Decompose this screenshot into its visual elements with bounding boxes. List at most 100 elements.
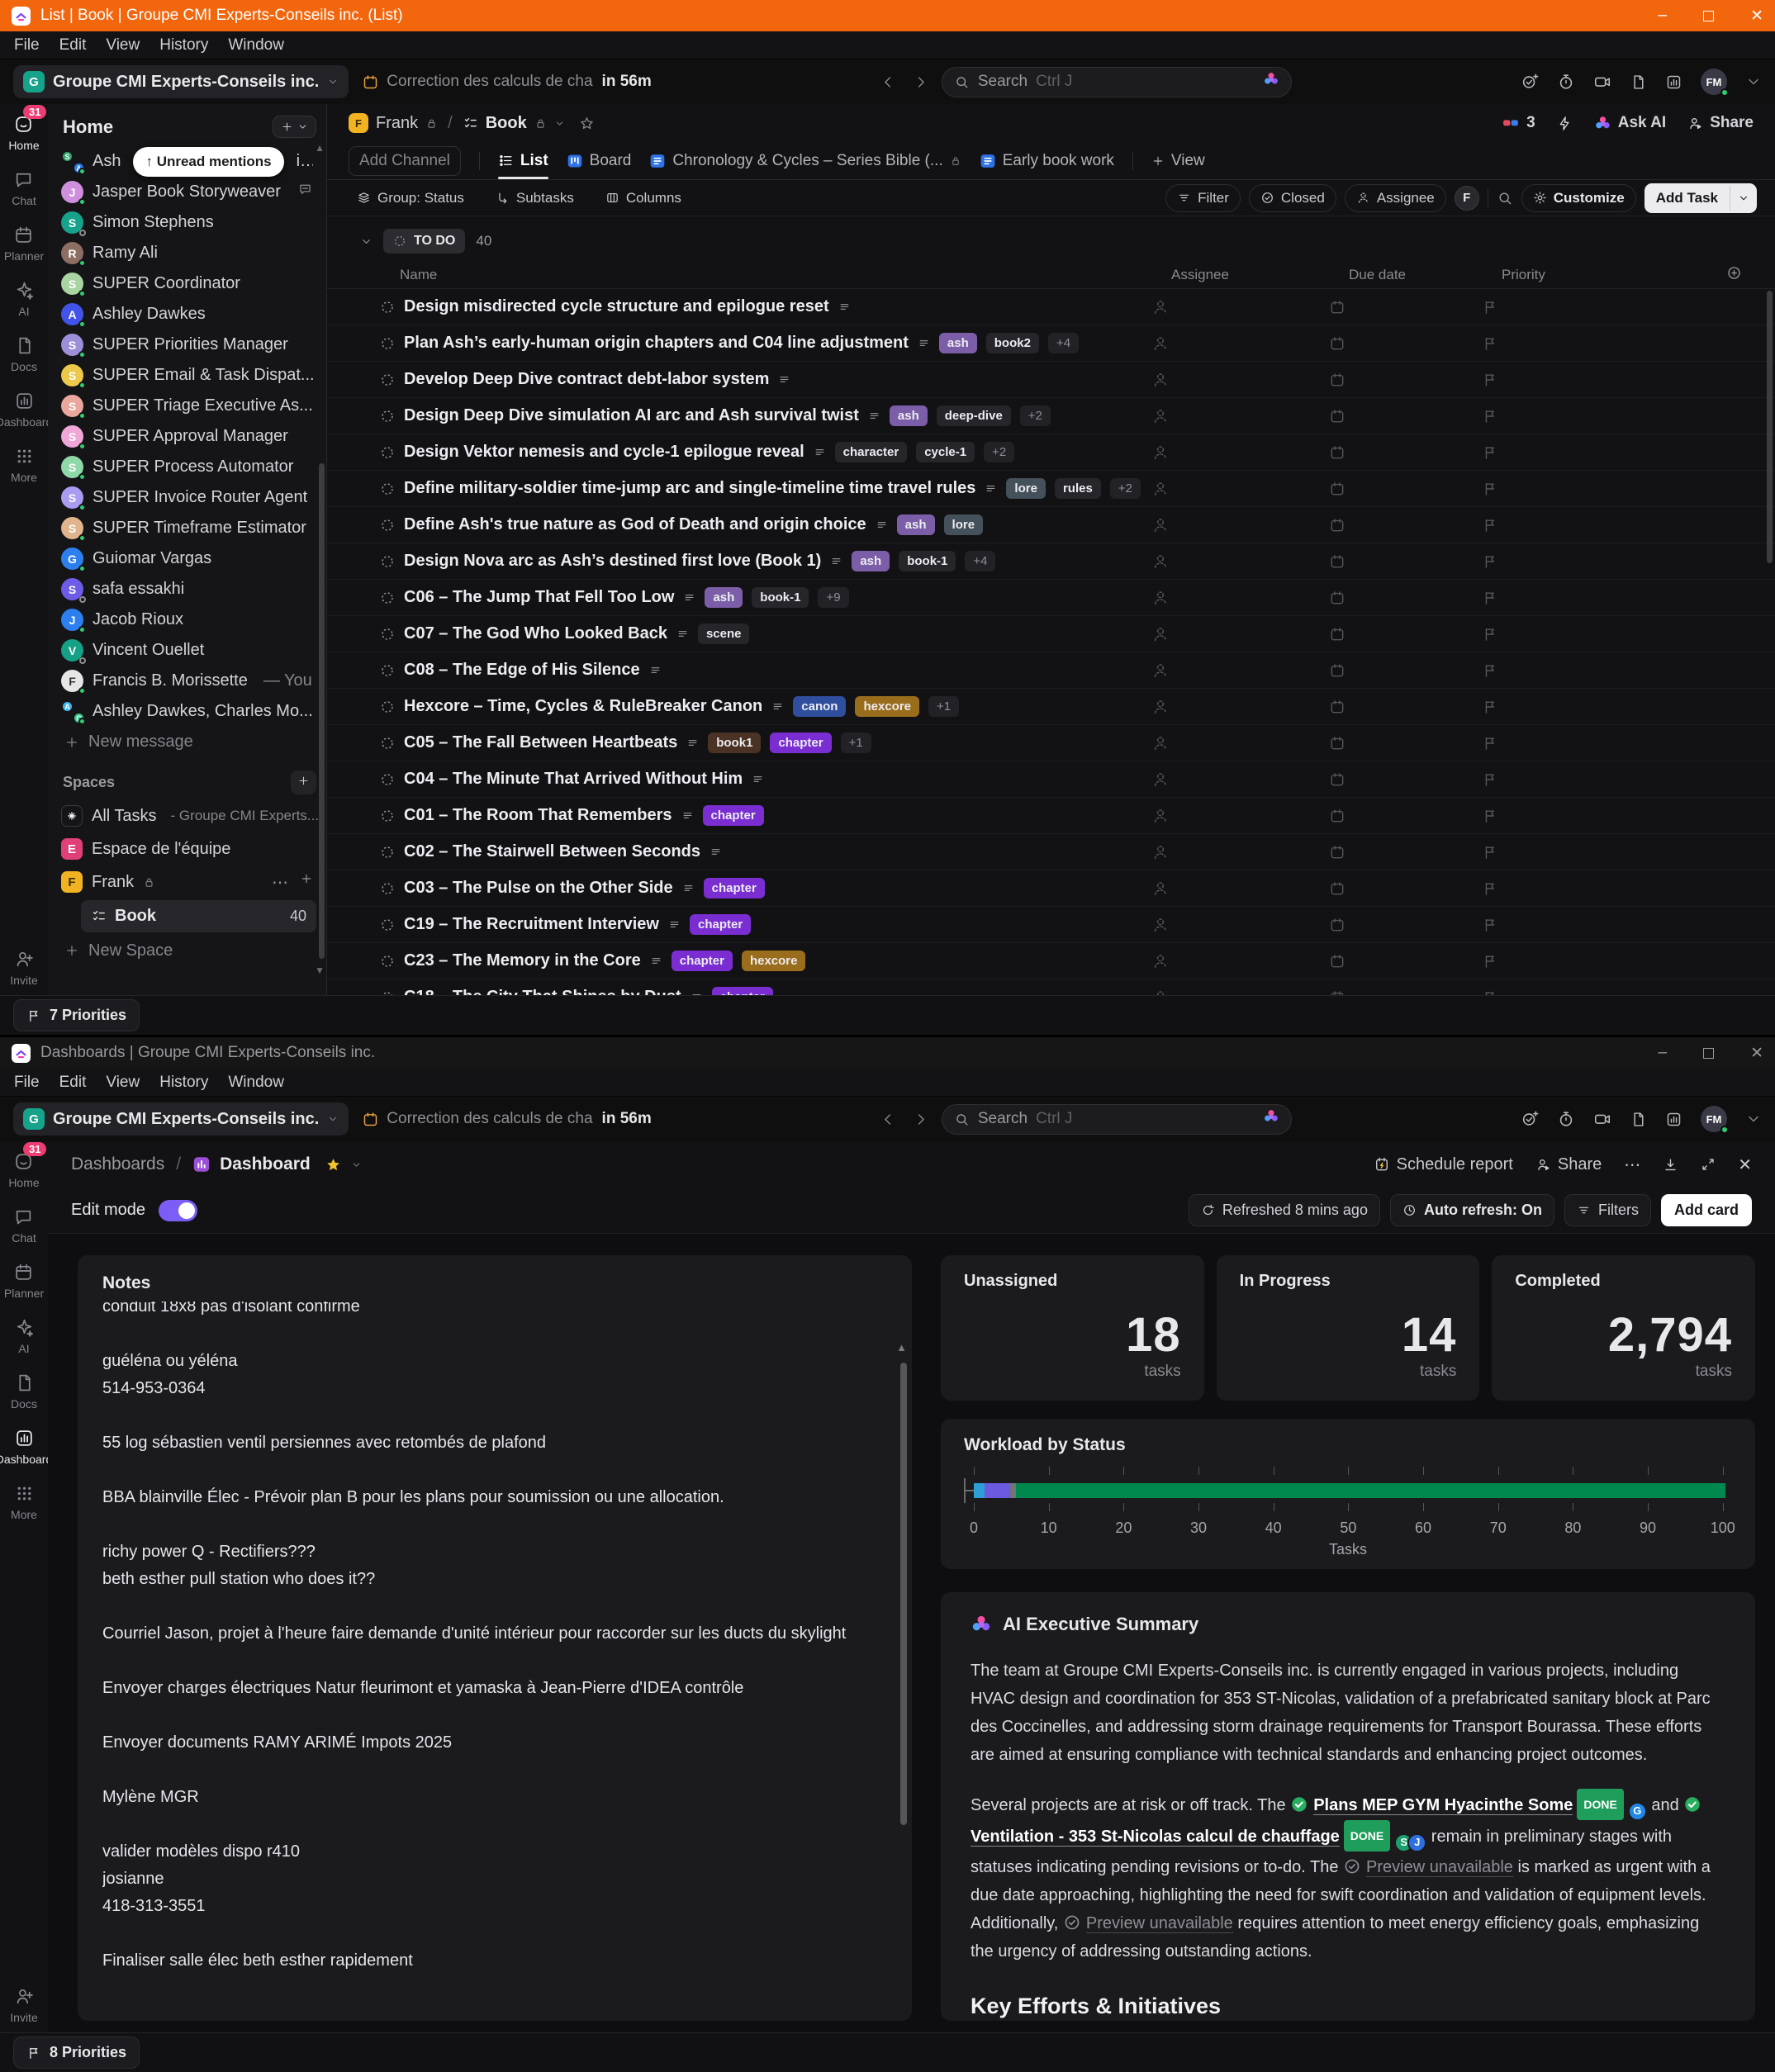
record-clip-icon[interactable]: [1593, 73, 1611, 91]
rail-item-chat[interactable]: Chat: [12, 169, 36, 207]
due-date-cell[interactable]: [1329, 808, 1482, 824]
preview-unavailable-link[interactable]: Preview unavailable: [1366, 1858, 1513, 1877]
space-more-button[interactable]: ⋯: [272, 872, 288, 893]
minimize-button[interactable]: –: [1659, 7, 1668, 25]
due-date-cell[interactable]: [1329, 662, 1482, 679]
sidebar-person[interactable]: SSimon Stephens: [48, 207, 326, 238]
priority-cell[interactable]: [1482, 917, 1663, 933]
rail-item-invite[interactable]: Invite: [10, 949, 37, 987]
add-column-icon[interactable]: [1726, 265, 1742, 281]
priority-cell[interactable]: [1482, 771, 1663, 788]
tag-scene[interactable]: scene: [698, 623, 750, 644]
list-scrollbar[interactable]: [1767, 291, 1773, 563]
minimize-button[interactable]: –: [1659, 1044, 1668, 1062]
menu-file[interactable]: File: [5, 34, 49, 57]
assignee-cell[interactable]: [1151, 880, 1329, 898]
tag-ash[interactable]: ash: [890, 405, 928, 426]
tag-character[interactable]: character: [835, 442, 908, 462]
priority-cell[interactable]: [1482, 299, 1663, 315]
note-line[interactable]: Courriel Jason, projet à l'heure faire d…: [102, 1620, 887, 1648]
priority-cell[interactable]: [1482, 372, 1663, 388]
assignee-cell[interactable]: [1151, 770, 1329, 789]
bar-segment-blue[interactable]: [974, 1483, 985, 1498]
notes-scrollbar[interactable]: [900, 1363, 907, 1825]
tag-chapter[interactable]: chapter: [712, 987, 773, 995]
due-date-cell[interactable]: [1329, 481, 1482, 497]
sidebar-add-button[interactable]: [273, 116, 316, 138]
task-row[interactable]: C19 – The Recruitment Interviewchapter: [327, 907, 1775, 943]
stat-card-unassigned[interactable]: Unassigned 18 tasks: [941, 1255, 1204, 1401]
assignee-cell[interactable]: [1151, 552, 1329, 571]
assignee-cell[interactable]: [1151, 807, 1329, 825]
breadcrumb-current[interactable]: Dashboard: [220, 1155, 311, 1174]
tag-more[interactable]: +4: [1048, 333, 1079, 353]
rail-item-chat[interactable]: Chat: [12, 1207, 36, 1245]
close-button[interactable]: ✕: [1750, 1044, 1763, 1063]
add-view-button[interactable]: View: [1151, 142, 1205, 179]
tag-chapter[interactable]: chapter: [672, 951, 733, 971]
due-date-cell[interactable]: [1329, 917, 1482, 933]
task-link[interactable]: Plans MEP GYM Hyacinthe Some: [1313, 1796, 1573, 1815]
tag-lore[interactable]: lore: [1006, 478, 1046, 499]
stat-card-in-progress[interactable]: In Progress 14 tasks: [1217, 1255, 1480, 1401]
add-list-button[interactable]: [300, 872, 313, 885]
rail-item-docs[interactable]: Docs: [11, 335, 37, 373]
tag-more[interactable]: +1: [928, 696, 959, 717]
due-date-cell[interactable]: [1329, 880, 1482, 897]
sidebar-person[interactable]: SSUPER Email & Task Dispat...: [48, 360, 326, 391]
unread-mentions-tooltip[interactable]: ↑ Unread mentions: [133, 147, 283, 177]
sidebar-item-all-tasks[interactable]: All Tasks- Groupe CMI Experts...: [48, 799, 326, 832]
sidebar-person[interactable]: SSUPER Timeframe Estimator: [48, 513, 326, 543]
menu-edit[interactable]: Edit: [50, 34, 96, 57]
tag-more[interactable]: +1: [841, 733, 871, 753]
tab-list[interactable]: List: [498, 142, 548, 179]
task-row[interactable]: Develop Deep Dive contract debt-labor sy…: [327, 362, 1775, 398]
tag-more[interactable]: +2: [1110, 478, 1141, 499]
user-avatar[interactable]: FM: [1701, 69, 1727, 95]
priorities-button[interactable]: 7 Priorities: [13, 999, 140, 1031]
tag-ash[interactable]: ash: [939, 333, 977, 353]
task-row[interactable]: Hexcore – Time, Cycles & RuleBreaker Can…: [327, 689, 1775, 725]
note-line[interactable]: BBA blainville Élec - Prévoir plan B pou…: [102, 1484, 887, 1511]
assignee-cell[interactable]: [1151, 589, 1329, 607]
tag-chapter[interactable]: chapter: [703, 805, 764, 826]
task-row[interactable]: Define Ash's true nature as God of Death…: [327, 507, 1775, 543]
tag-ash[interactable]: ash: [705, 587, 743, 608]
tab-board[interactable]: Board: [567, 142, 632, 179]
tag-chapter[interactable]: chapter: [690, 914, 751, 935]
due-date-cell[interactable]: [1329, 771, 1482, 788]
note-line[interactable]: beth esther pull station who does it??: [102, 1566, 887, 1593]
note-line[interactable]: valider modèles dispo r410: [102, 1838, 887, 1866]
share-button[interactable]: Share: [1687, 114, 1754, 132]
due-date-cell[interactable]: [1329, 953, 1482, 970]
chevron-down-icon[interactable]: [554, 118, 565, 129]
sidebar-person[interactable]: SSUPER Invoice Router Agent: [48, 482, 326, 513]
ai-summary-card[interactable]: AI Executive Summary The team at Groupe …: [941, 1592, 1755, 2021]
rail-item-more[interactable]: More: [11, 1483, 37, 1521]
priority-cell[interactable]: [1482, 590, 1663, 606]
tag-chapter[interactable]: chapter: [704, 878, 765, 898]
task-row[interactable]: Design Vektor nemesis and cycle-1 epilog…: [327, 434, 1775, 471]
new-space-button[interactable]: New Space: [48, 934, 326, 967]
preview-unavailable-link[interactable]: Preview unavailable: [1086, 1914, 1233, 1933]
assignee-cell[interactable]: [1151, 989, 1329, 996]
workspace-switcher[interactable]: G Groupe CMI Experts-Conseils inc.: [13, 65, 349, 98]
subtasks-button[interactable]: Subtasks: [484, 184, 586, 212]
sidebar-person[interactable]: JJasper Book Storyweaver: [48, 177, 326, 207]
rail-item-home[interactable]: 31 Home: [8, 114, 39, 152]
sidebar-person[interactable]: JJacob Rioux: [48, 605, 326, 635]
due-date-cell[interactable]: [1329, 299, 1482, 315]
due-date-cell[interactable]: [1329, 699, 1482, 715]
sidebar-item-espace[interactable]: E Espace de l'équipe: [48, 832, 326, 865]
assignee-cell[interactable]: [1151, 334, 1329, 353]
priority-cell[interactable]: [1482, 481, 1663, 497]
closed-button[interactable]: Closed: [1249, 184, 1336, 212]
tag-book-1[interactable]: book-1: [752, 587, 809, 608]
favorite-star-icon[interactable]: [579, 116, 595, 131]
assignee-cell[interactable]: [1151, 698, 1329, 716]
menu-window[interactable]: Window: [219, 1071, 293, 1094]
reports-icon[interactable]: [1665, 73, 1682, 91]
task-row[interactable]: Design Nova arc as Ash’s destined first …: [327, 543, 1775, 580]
task-row[interactable]: C05 – The Fall Between Heartbeatsbook1ch…: [327, 725, 1775, 761]
views-indicator[interactable]: 3: [1502, 114, 1535, 132]
